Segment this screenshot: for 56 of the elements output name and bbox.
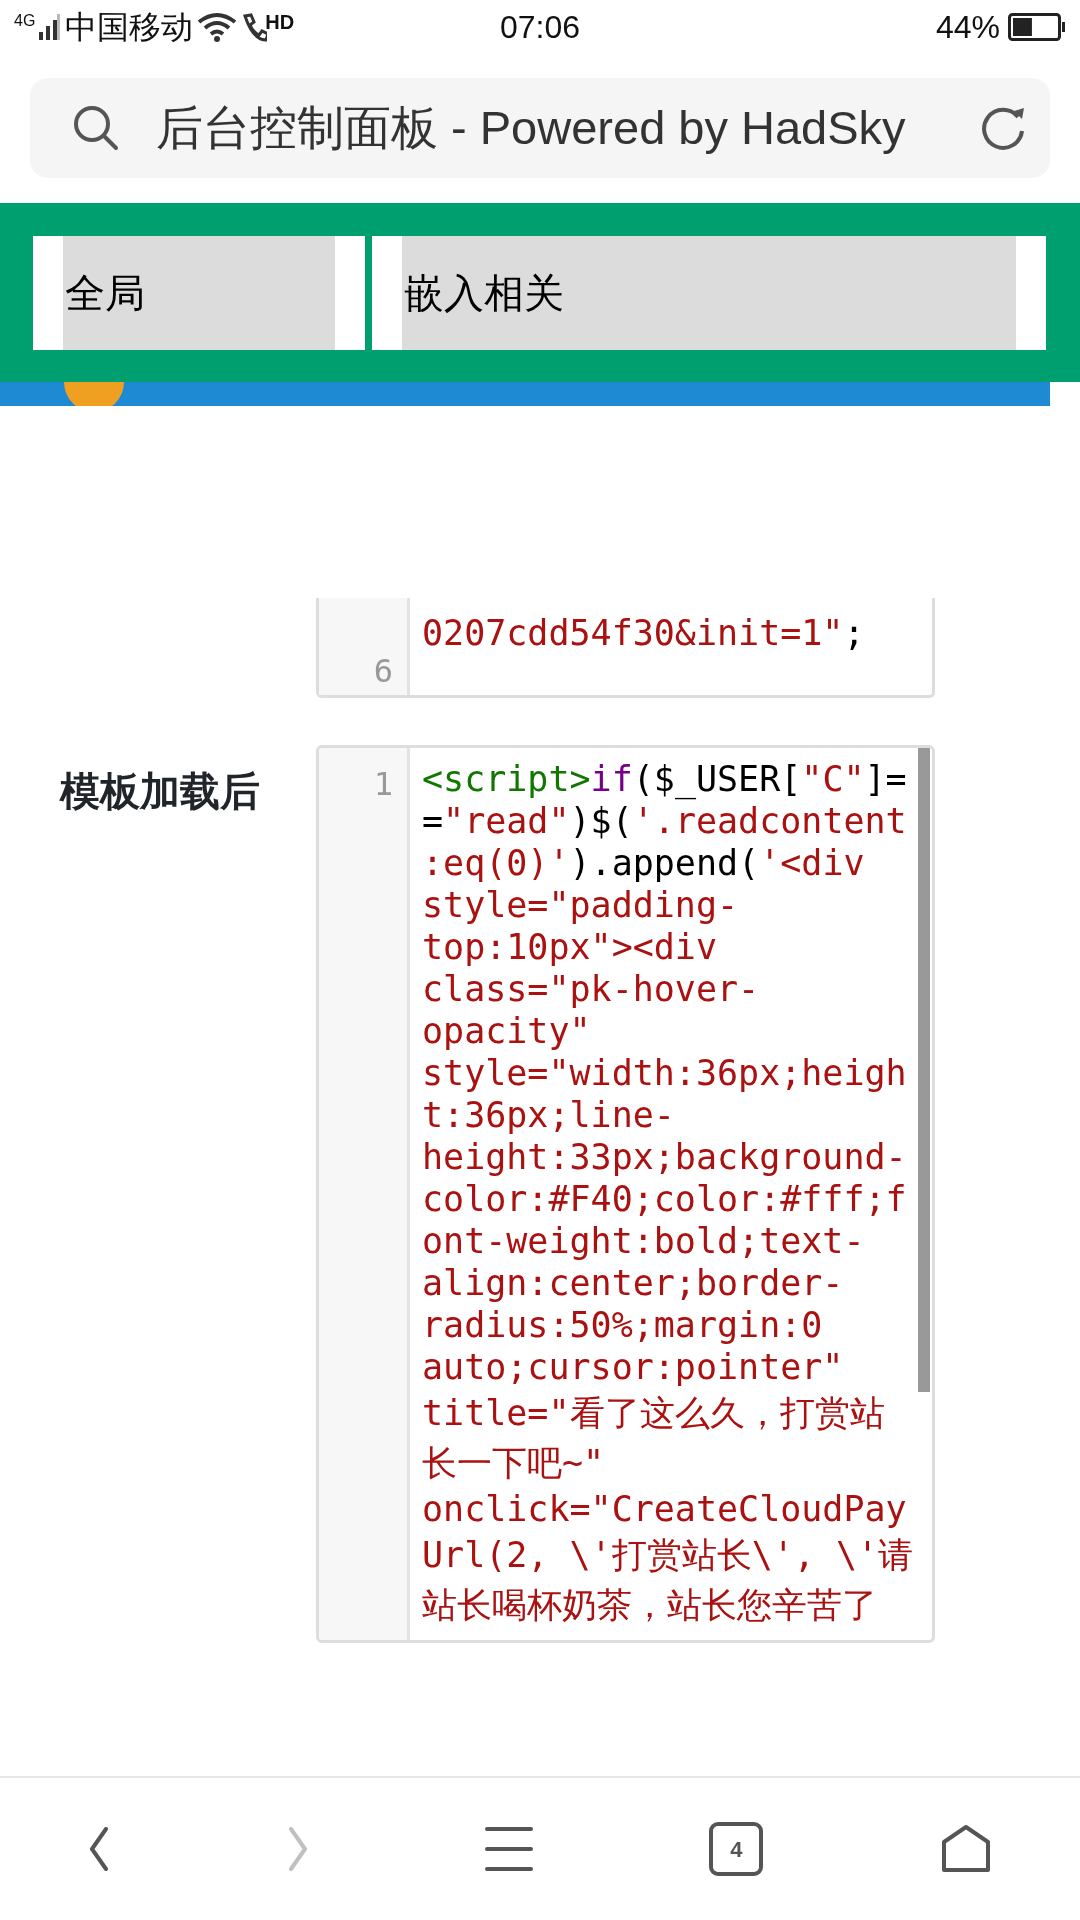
code-token: ont-weight:bold;text- [422, 1221, 865, 1261]
code-token: "C" [801, 759, 865, 799]
code-token: class="pk-hover- [422, 969, 760, 1009]
code-token: Url(2, \'打赏站长\', \'请 [422, 1535, 914, 1575]
code-token: style="padding- [422, 885, 739, 925]
code-token: auto;cursor:pointer" [422, 1347, 844, 1387]
code-token: radius:50%;margin:0 [422, 1305, 823, 1345]
code-token: height:33px;background- [422, 1137, 907, 1177]
code-token: style="width:36px;heigh [422, 1053, 907, 1093]
code-editor[interactable] [316, 745, 935, 1643]
code-token: if [590, 759, 633, 799]
code-token: )$( [569, 801, 633, 841]
scrollbar-thumb[interactable] [918, 748, 930, 1392]
search-icon[interactable] [72, 104, 120, 152]
code-token: align:center;border- [422, 1263, 844, 1303]
tab[interactable]: 嵌入相关 [402, 236, 1016, 350]
code-token: color:#F40;color:#fff;f [422, 1179, 907, 1219]
home-button[interactable] [939, 1824, 992, 1874]
back-button[interactable] [88, 1827, 111, 1871]
code-token: title="看了这么久，打赏站 [422, 1393, 885, 1433]
page-title: 后台控制面板 - Powered by HadSky [156, 99, 906, 156]
hd-label: HD [265, 10, 295, 35]
code-token: ; [843, 613, 865, 653]
tabs-button[interactable]: 4 [709, 1822, 764, 1876]
wifi-icon [197, 12, 238, 42]
code-editor[interactable]: 6 0207cdd54f30&init=1"; [316, 598, 935, 698]
code-token: :eq(0)' [422, 843, 570, 883]
code-token: top:10px"><div [422, 927, 717, 967]
code-token: '<div [759, 843, 865, 883]
code-token: onclick="CreateCloudPay [422, 1489, 907, 1529]
avatar-icon [62, 382, 126, 406]
battery-icon [1008, 13, 1066, 41]
code-token: 0207cdd54f30&init=1" [422, 613, 844, 653]
signal-icon [39, 14, 62, 40]
line-number: 1 [372, 764, 393, 805]
code-token: ($_USER[ [632, 759, 802, 799]
clock-time: 07:06 [499, 8, 581, 47]
code-token: ).append( [569, 843, 760, 883]
code-token: t:36px;line- [422, 1095, 675, 1135]
carrier-name: 中国移动 [65, 8, 194, 47]
code-token: 长一下吧~" [422, 1443, 605, 1483]
code-token: 站长喝杯奶茶，站长您辛苦了 [422, 1585, 877, 1625]
line-number: 6 [372, 651, 393, 692]
code-token: opacity" [422, 1011, 591, 1051]
code-token: <script> [422, 759, 591, 799]
code-token: '.readcontent [632, 801, 907, 841]
field-label: 模板加载后 [60, 769, 260, 813]
menu-button[interactable] [484, 1826, 533, 1872]
code-token: = [422, 801, 444, 841]
tab[interactable]: 全局 [63, 236, 335, 350]
address-bar[interactable]: 后台控制面板 - Powered by HadSky [30, 78, 1050, 178]
network-type-label: 4G [14, 11, 36, 31]
battery-percent: 44% [935, 8, 1000, 47]
code-token: "read" [443, 801, 570, 841]
phone-icon [241, 12, 268, 42]
code-token: ]= [864, 759, 907, 799]
